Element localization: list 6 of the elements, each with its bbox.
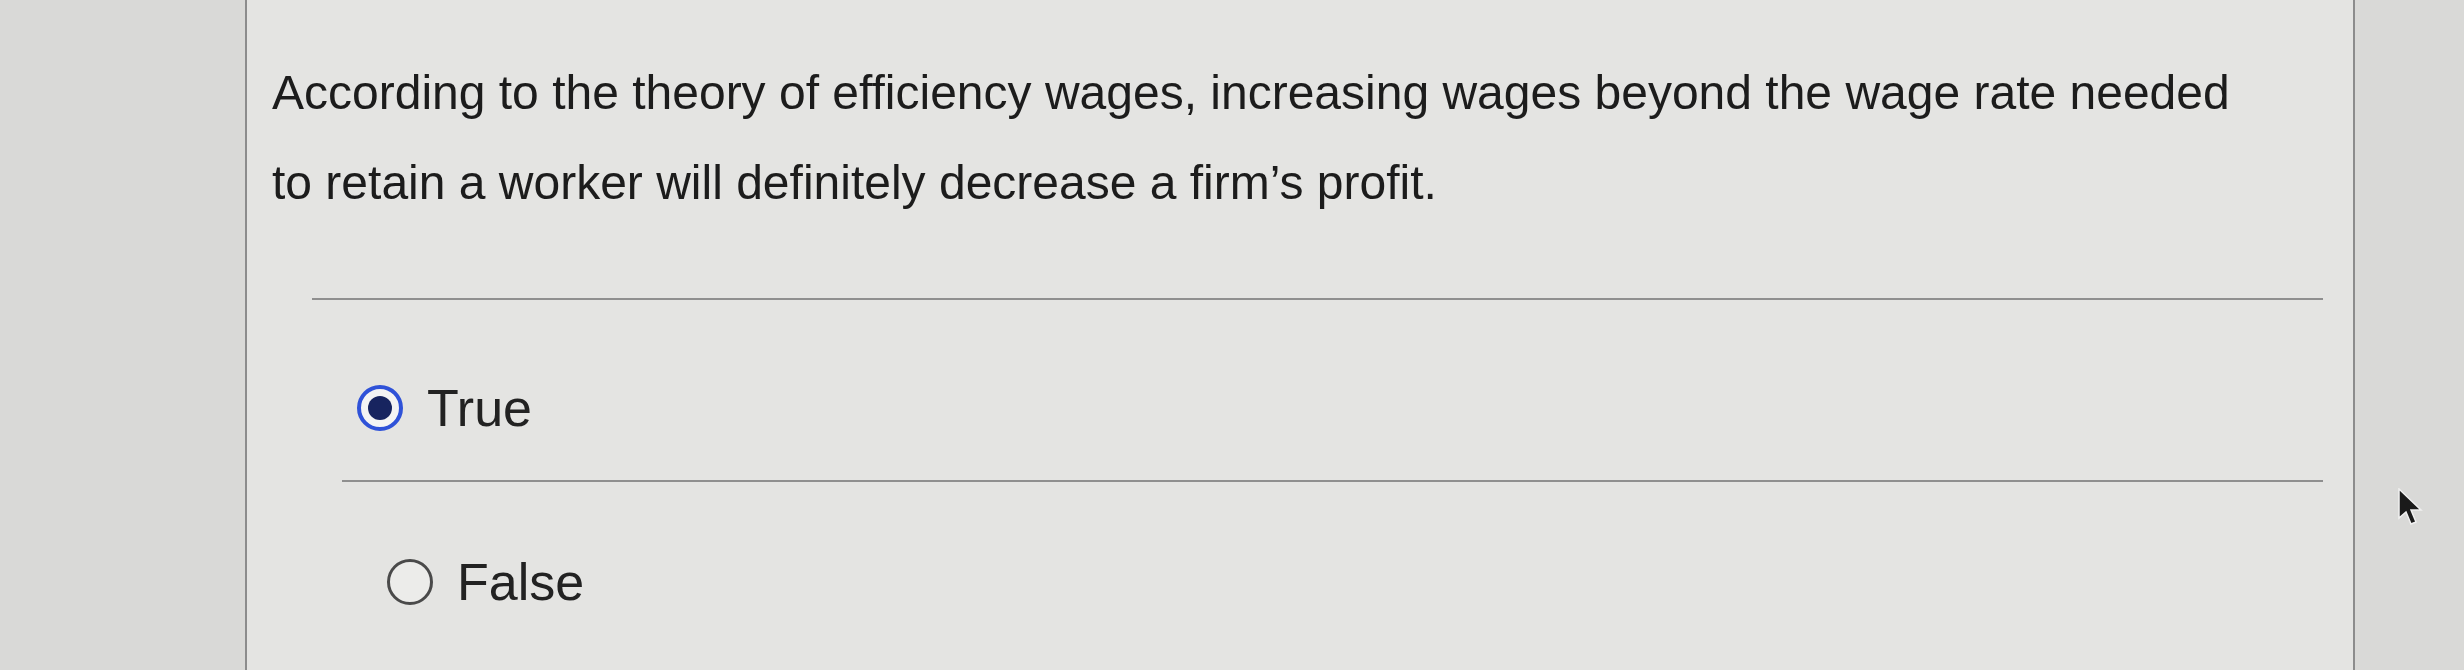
radio-button[interactable] <box>387 559 433 605</box>
answer-option[interactable]: True <box>357 369 532 447</box>
radio-button[interactable] <box>357 385 403 431</box>
answer-option[interactable]: False <box>387 543 585 621</box>
mouse-pointer-icon <box>2398 488 2424 526</box>
question-text: According to the theory of efficiency wages, increasing wages beyond the wage rate needed to retain a worker will definitely decrease a firm’s profit. <box>272 65 2231 211</box>
